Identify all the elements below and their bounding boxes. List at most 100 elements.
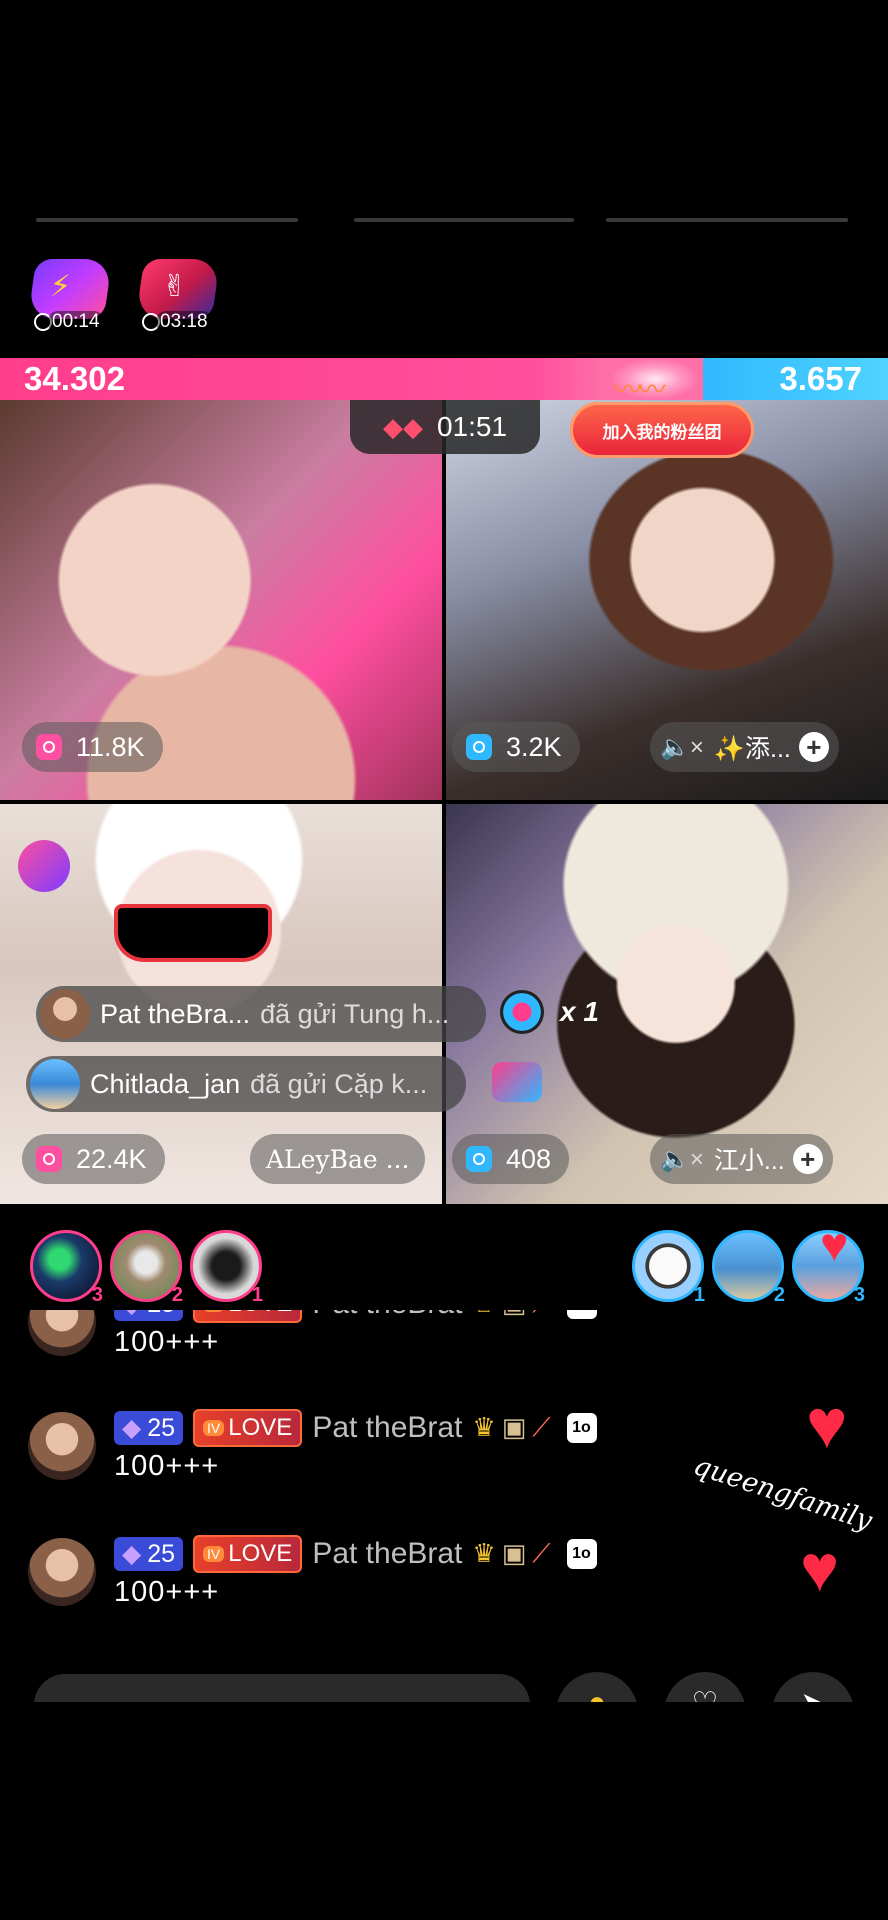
fan-badge: IVLOVE [193, 1310, 303, 1323]
guest-label: ✨添... [713, 735, 791, 763]
viewer-count-pill[interactable]: 408 [452, 1134, 570, 1184]
supporter-rank: 1 [693, 1284, 705, 1306]
chat-username[interactable]: Pat theBrat [312, 1411, 462, 1445]
chat-message: ◆ 25 IVLOVE Pat theBrat ♛▣⟋ 1o 100+++ [28, 1310, 728, 1384]
avatar [40, 989, 90, 1039]
heart-icon: ♥ [800, 1531, 840, 1605]
video-tile-1[interactable]: 11.8K [0, 400, 442, 800]
supporter-rank: 3 [91, 1284, 103, 1306]
boost-timer-badge[interactable]: ⚡ 00:14 [27, 255, 116, 335]
viewer-count-pill[interactable]: 3.2K [452, 722, 580, 772]
plus-icon[interactable]: + [792, 1144, 823, 1174]
gift-text: đã gửi Tung h... [260, 998, 450, 1029]
chat-username[interactable]: Pat theBrat [312, 1537, 462, 1571]
chat-username[interactable]: Pat theBrat [312, 1310, 462, 1321]
gift-notification: Chitlada_jan đã gửi Cặp k... [26, 1056, 466, 1112]
profile-badge-icon: 1o [566, 1310, 597, 1319]
avatar[interactable] [28, 1538, 96, 1606]
gift-multiplier: x 1 [560, 996, 599, 1027]
round-timer-text: 01:51 [436, 411, 508, 442]
glove-timer: 03:18 [156, 311, 212, 333]
fan-badge-label: LOVE [228, 1540, 293, 1567]
lightning-icon: ⚡ [50, 270, 72, 303]
level-badge: ◆25 [114, 1537, 184, 1571]
viewer-count: 22.4K [76, 1143, 147, 1174]
gift-text: đã gửi Cặp k... [250, 1068, 428, 1099]
video-tile-2[interactable]: 3.2K 🔈× ✨添... + [446, 400, 888, 800]
boost-icon [18, 840, 70, 892]
fan-level: IV [203, 1310, 225, 1312]
battle-score-bar: 〰〰 34.302 3.657 [0, 358, 888, 405]
bottom-blackout [0, 1702, 888, 1920]
guest-label-pill[interactable]: ALeyBae ... [250, 1134, 426, 1184]
gem-icon: ◆ [122, 1414, 142, 1442]
glove-timer-badge[interactable]: ✌ 03:18 [135, 255, 224, 335]
fan-badge: IVLOVE [193, 1409, 303, 1447]
user-badges: ♛▣⟋ [472, 1310, 556, 1320]
fan-badge: IVLOVE [193, 1535, 303, 1573]
chat-text: 100+++ [114, 1326, 220, 1358]
speaker-muted-icon: 🔈× [660, 1145, 704, 1173]
right-score: 3.657 [779, 360, 862, 397]
level-badge: ◆ 25 [114, 1310, 184, 1321]
guest-label: ALeyBae ... [266, 1144, 410, 1174]
gift-sender: Chitlada_jan [90, 1068, 241, 1099]
fan-badge-label: LOVE [228, 1414, 293, 1441]
viewer-icon [466, 734, 492, 760]
left-score: 34.302 [24, 360, 125, 397]
story-progress-1 [36, 218, 298, 222]
join-fan-club-button[interactable]: 加入我的粉丝团 [570, 402, 754, 458]
guest-label-pill[interactable]: 🔈× 江小... + [650, 1134, 833, 1184]
viewer-count-pill[interactable]: 22.4K [22, 1134, 165, 1184]
heart-icon: ♥ [806, 1385, 848, 1463]
avatar [30, 1059, 80, 1109]
gift-notification: Pat theBra... đã gửi Tung h... [36, 986, 486, 1042]
supporter-avatar[interactable]: 1 [190, 1230, 263, 1306]
viewer-count: 408 [506, 1143, 552, 1174]
boost-timer: 00:14 [48, 311, 104, 333]
avatar[interactable] [28, 1412, 96, 1480]
viewer-icon [36, 734, 62, 760]
sunglasses-filter [114, 904, 272, 962]
gift-item-icon [492, 1062, 542, 1102]
viewer-count-pill[interactable]: 11.8K [22, 722, 163, 772]
chat-text: 100+++ [114, 1450, 220, 1482]
viewer-icon [466, 1146, 492, 1172]
glove-icon: ✌ [162, 270, 188, 303]
gem-icon: ◆ [122, 1310, 141, 1319]
story-progress-2 [354, 218, 574, 222]
fan-level: IV [203, 1420, 225, 1436]
fan-badge-label: LOVE [228, 1310, 292, 1318]
gem-icon: ◆ [122, 1540, 142, 1568]
story-progress-3 [606, 218, 848, 222]
supporter-rank: 2 [171, 1284, 183, 1306]
chat-message: ◆25 IVLOVE Pat theBrat ♛▣⟋ 1o 100+++ [28, 1408, 728, 1508]
user-badges: ♛▣⟋ [472, 1412, 557, 1442]
viewer-count: 3.2K [506, 731, 562, 762]
supporter-avatar[interactable]: 2 [110, 1230, 183, 1306]
supporter-rank: 2 [773, 1284, 785, 1306]
guest-label: 江小... [713, 1147, 785, 1175]
avatar[interactable] [28, 1310, 96, 1356]
level-number: 25 [147, 1310, 175, 1319]
speaker-muted-icon: 🔈× [660, 733, 704, 761]
viewer-count: 11.8K [76, 731, 145, 762]
gift-sender: Pat theBra... [100, 998, 251, 1029]
chat-message: ◆25 IVLOVE Pat theBrat ♛▣⟋ 1o 100+++ [28, 1534, 728, 1634]
heart-icon: ♥ [820, 1219, 849, 1272]
fan-level: IV [203, 1546, 225, 1562]
user-badges: ♛▣⟋ [472, 1538, 557, 1568]
level-badge: ◆25 [114, 1411, 184, 1445]
guest-label-pill[interactable]: 🔈× ✨添... + [650, 722, 839, 772]
plus-icon[interactable]: + [798, 732, 829, 762]
profile-badge-icon: 1o [566, 1539, 597, 1569]
round-timer: ◆◆ 01:51 [350, 400, 540, 454]
supporter-avatar[interactable]: 1 [632, 1230, 705, 1306]
chat-text: 100+++ [114, 1576, 220, 1608]
gift-icon: ◆◆ [382, 411, 423, 442]
supporter-rank: 1 [251, 1284, 263, 1306]
supporter-avatar[interactable]: 3 [30, 1230, 103, 1306]
viewer-icon [36, 1146, 62, 1172]
supporter-avatar[interactable]: 2 [712, 1230, 785, 1306]
supporter-rank: 3 [853, 1284, 865, 1306]
